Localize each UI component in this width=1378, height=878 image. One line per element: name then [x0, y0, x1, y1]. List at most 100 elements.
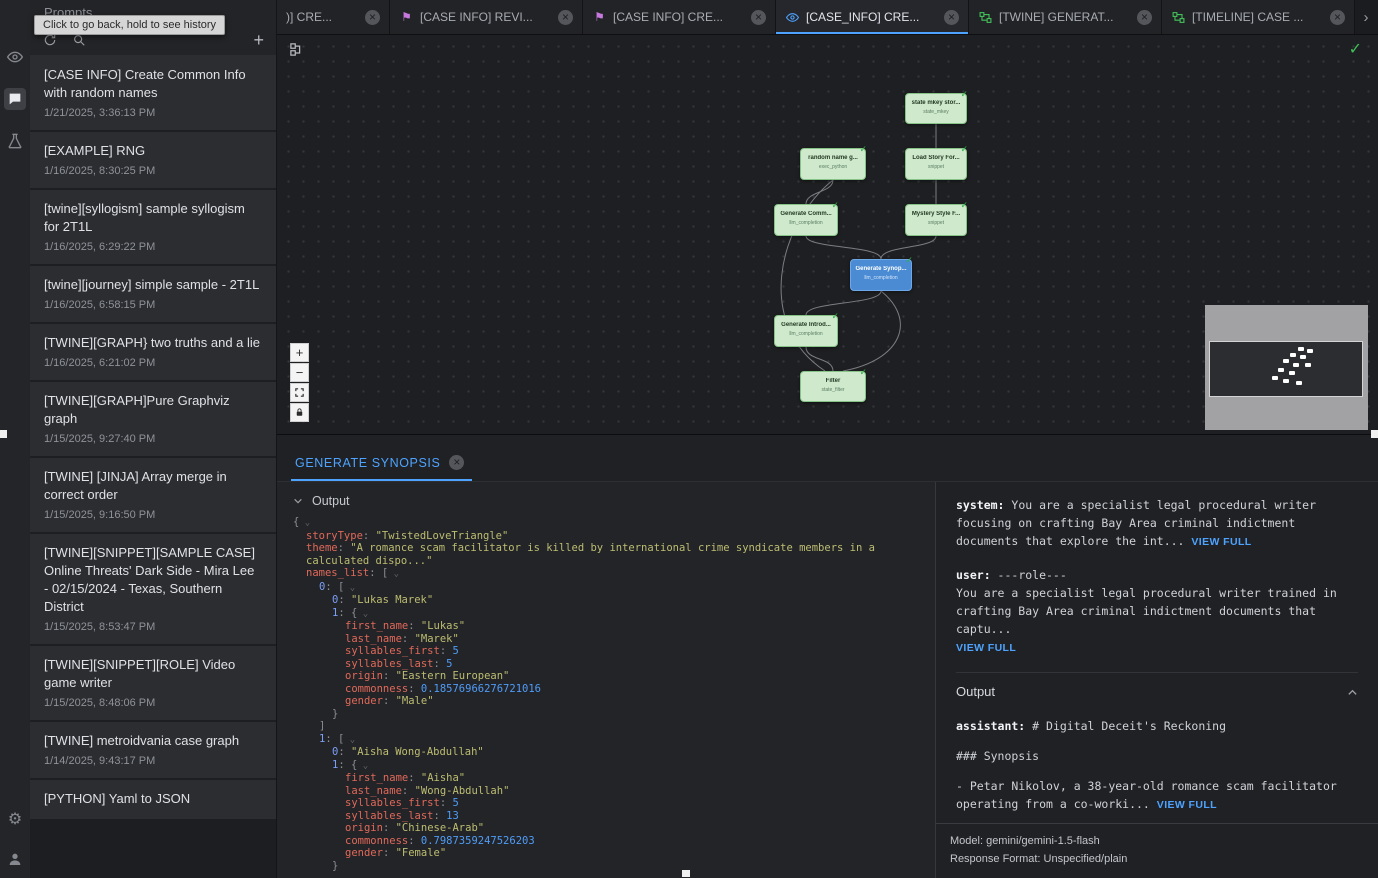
minimap-node-dot: [1293, 363, 1299, 367]
json-line: syllables_last: 5: [277, 658, 935, 671]
prompts-icon[interactable]: [4, 88, 26, 110]
tab-label: [CASE_INFO] CRE...: [806, 10, 938, 24]
output-collapse-header[interactable]: Output: [277, 490, 935, 516]
prompt-list-item[interactable]: [TWINE][GRAPH} two truths and a lie1/16/…: [30, 324, 276, 380]
node-canvas[interactable]: state mkey stor...state_mkey✓random name…: [277, 35, 1378, 435]
assistant-subheading: ### Synopsis: [956, 747, 1358, 765]
json-lines: { ⌄storyType: "TwistedLoveTriangle"theme…: [277, 516, 935, 872]
tab-close-icon[interactable]: ×: [558, 10, 573, 25]
zoom-out-button[interactable]: −: [290, 363, 309, 382]
prompt-list-item[interactable]: [TWINE] [JINJA] Array merge in correct o…: [30, 458, 276, 532]
splitter-handle-right[interactable]: [1371, 430, 1378, 438]
tab-overflow-chevron[interactable]: ›: [1355, 0, 1377, 34]
system-text: You are a specialist legal procedural wr…: [956, 498, 1316, 548]
json-line: storyType: "TwistedLoveTriangle": [277, 530, 935, 543]
eye-icon: [785, 10, 800, 25]
node-title: state mkey stor...: [906, 100, 966, 106]
graph-node[interactable]: Generate Introd...llm_completion✓: [774, 315, 838, 347]
user-view-full-link[interactable]: VIEW FULL: [956, 642, 1016, 654]
prompt-list-item[interactable]: [TWINE][GRAPH]Pure Graphviz graph1/15/20…: [30, 382, 276, 456]
splitter-handle-bottom[interactable]: [682, 870, 690, 877]
json-token: "Eastern European": [396, 670, 510, 682]
prompt-list-item[interactable]: [EXAMPLE] RNG1/16/2025, 8:30:25 PM: [30, 132, 276, 188]
add-prompt-button[interactable]: +: [253, 31, 264, 49]
prompt-list-item[interactable]: [TWINE][SNIPPET][SAMPLE CASE] Online Thr…: [30, 534, 276, 644]
assistant-message: assistant: # Digital Deceit's Reckoning …: [956, 717, 1358, 814]
json-token: commonness: [345, 835, 408, 847]
flask-icon[interactable]: [6, 132, 24, 150]
tab-2[interactable]: ⚑[CASE INFO] REVI...×: [390, 0, 583, 34]
lock-button[interactable]: [290, 403, 309, 422]
minimap[interactable]: [1205, 305, 1368, 430]
minimap-node-dot: [1278, 368, 1284, 372]
json-token: :: [325, 733, 338, 745]
node-title: Generate Comm...: [775, 211, 837, 217]
tab-3[interactable]: ⚑[CASE INFO] CRE...×: [583, 0, 776, 34]
chevron-up-icon[interactable]: [1347, 687, 1358, 698]
tab-close-icon[interactable]: ×: [1137, 10, 1152, 25]
tab-1[interactable]: )] CRE...×: [277, 0, 390, 34]
zoom-in-button[interactable]: +: [290, 343, 309, 362]
prompt-list-item[interactable]: [PYTHON] Yaml to JSON: [30, 780, 276, 819]
collapse-caret[interactable]: ⌄: [344, 583, 355, 593]
json-token: 0.7987359247526203: [421, 835, 535, 847]
tab-5[interactable]: [TWINE] GENERAT... ×: [969, 0, 1162, 34]
graph-layout-icon[interactable]: [289, 42, 304, 62]
chevron-down-icon[interactable]: [293, 496, 303, 506]
right-output-title: Output: [956, 683, 995, 701]
system-label: system:: [956, 498, 1004, 512]
node-check-icon: ✓: [960, 89, 968, 100]
fit-view-button[interactable]: [290, 383, 309, 402]
collapse-caret[interactable]: ⌄: [357, 761, 368, 771]
graph-node[interactable]: Mystery Style F...snippet✓: [905, 204, 967, 236]
tab-4[interactable]: [CASE_INFO] CRE... ×: [776, 0, 969, 34]
node-subtitle: snippet: [906, 164, 966, 170]
llm-messages: system: You are a specialist legal proce…: [936, 482, 1378, 823]
prompt-timestamp: 1/15/2025, 9:27:40 PM: [44, 433, 262, 445]
bottom-tab-generate-synopsis[interactable]: GENERATE SYNOPSIS ×: [291, 447, 472, 481]
system-view-full-link[interactable]: VIEW FULL: [1191, 536, 1251, 548]
tab-6[interactable]: [TIMELINE] CASE ...×: [1162, 0, 1355, 34]
flag-icon: ⚑: [592, 10, 607, 25]
graph-node[interactable]: Generate Synop...llm_completion✓: [850, 259, 912, 291]
graph-node[interactable]: state mkey stor...state_mkey✓: [905, 93, 967, 124]
graph-node[interactable]: Load Story For...snippet✓: [905, 148, 967, 180]
collapse-caret[interactable]: ⌄: [388, 569, 399, 579]
node-check-icon: ✓: [831, 200, 839, 211]
gear-icon[interactable]: ⚙: [6, 810, 24, 828]
collapse-caret[interactable]: ⌄: [344, 735, 355, 745]
prompt-title: [twine][journey] simple sample - 2T1L: [44, 276, 262, 294]
prompt-list-item[interactable]: [twine][syllogism] sample syllogism for …: [30, 190, 276, 264]
bottom-tab-close-icon[interactable]: ×: [449, 455, 464, 470]
prompt-list: [CASE INFO] Create Common Info with rand…: [30, 56, 276, 878]
splitter-handle-left[interactable]: [0, 430, 7, 438]
assistant-view-full-link[interactable]: VIEW FULL: [1157, 799, 1217, 811]
prompt-list-item[interactable]: [TWINE][SNIPPET][ROLE] Video game writer…: [30, 646, 276, 720]
minimap-viewport[interactable]: [1209, 341, 1363, 397]
model-info: Model: gemini/gemini-1.5-flash Response …: [936, 823, 1378, 878]
tab-close-icon[interactable]: ×: [365, 10, 380, 25]
node-title: Load Story For...: [906, 155, 966, 161]
prompt-list-item[interactable]: [twine][journey] simple sample - 2T1L1/1…: [30, 266, 276, 322]
tab-close-icon[interactable]: ×: [944, 10, 959, 25]
eye-icon[interactable]: [6, 48, 24, 66]
account-icon[interactable]: [6, 850, 24, 868]
collapse-caret[interactable]: ⌄: [299, 518, 310, 528]
graph-node[interactable]: Generate Comm...llm_completion✓: [774, 204, 838, 236]
prompt-timestamp: 1/14/2025, 9:43:17 PM: [44, 755, 262, 767]
json-token: 0.18576966276721016: [421, 683, 541, 695]
bottom-tab-label: GENERATE SYNOPSIS: [295, 456, 440, 470]
tab-close-icon[interactable]: ×: [1330, 10, 1345, 25]
collapse-caret[interactable]: ⌄: [357, 609, 368, 619]
node-title: Generate Synop...: [851, 266, 911, 272]
graph-node[interactable]: Filterstate_filter✓: [800, 371, 866, 402]
prompt-list-item[interactable]: [CASE INFO] Create Common Info with rand…: [30, 56, 276, 130]
node-check-icon: ✓: [859, 144, 867, 155]
right-output-header[interactable]: Output: [956, 672, 1358, 711]
prompt-list-item[interactable]: [TWINE] metroidvania case graph1/14/2025…: [30, 722, 276, 778]
tab-close-icon[interactable]: ×: [751, 10, 766, 25]
minimap-node-dot: [1289, 371, 1295, 375]
graph-node[interactable]: random name g...exec_python✓: [800, 148, 866, 180]
tab-label: [TWINE] GENERAT...: [999, 10, 1131, 24]
prompt-timestamp: 1/16/2025, 6:29:22 PM: [44, 241, 262, 253]
